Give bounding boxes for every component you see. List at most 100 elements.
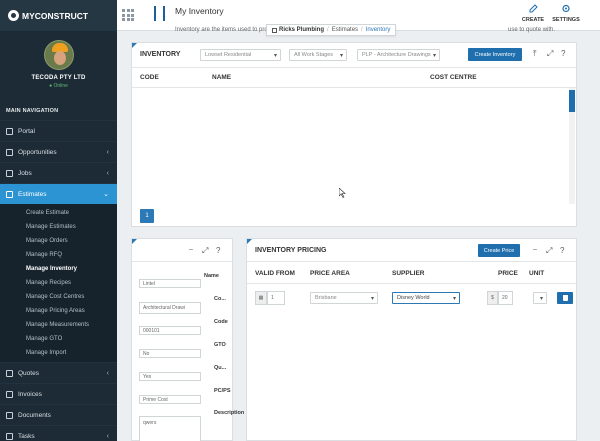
pencil-icon <box>529 4 538 13</box>
submenu-manage-orders[interactable]: Manage Orders <box>0 234 117 248</box>
export-icon[interactable]: ⤒ <box>533 49 537 59</box>
app-grid-icon[interactable] <box>122 9 134 21</box>
chevron-down-icon: ⌄ <box>103 191 109 198</box>
gto-select[interactable]: No <box>139 349 201 358</box>
unit-select[interactable] <box>533 292 547 304</box>
sidebar-item-estimates[interactable]: Estimates ⌄ <box>0 183 117 204</box>
expand-icon[interactable]: ⤢ <box>546 246 552 256</box>
user-profile: TECODA PTY LTD ● Online <box>0 31 117 99</box>
settings-button[interactable]: SETTINGS <box>549 3 583 23</box>
code-field[interactable]: 000101 <box>139 326 201 335</box>
breadcrumb-estimates[interactable]: Estimates <box>332 27 358 33</box>
help-icon[interactable]: ? <box>560 246 564 255</box>
brand-name: MYCONSTRUCT <box>22 10 89 21</box>
sidebar-item-portal[interactable]: Portal <box>0 120 117 141</box>
submenu-create-estimate[interactable]: Create Estimate <box>0 206 117 220</box>
submenu-manage-gto[interactable]: Manage GTO <box>0 332 117 346</box>
sidebar-item-quotes[interactable]: Quotes ‹ <box>0 362 117 383</box>
submenu-manage-measurements[interactable]: Manage Measurements <box>0 318 117 332</box>
quotes-icon <box>6 369 13 377</box>
minimize-icon[interactable]: – <box>533 246 537 253</box>
inventory-title: INVENTORY <box>140 51 181 58</box>
currency-addon: $ <box>487 291 498 305</box>
sidebar-item-invoices[interactable]: Invoices <box>0 383 117 404</box>
sidebar-item-jobs[interactable]: Jobs ‹ <box>0 162 117 183</box>
submenu-manage-rfq[interactable]: Manage RFQ <box>0 248 117 262</box>
column-supplier[interactable]: SUPPLIER <box>392 270 425 277</box>
create-inventory-button[interactable]: Create Inventory <box>468 48 522 61</box>
supplier-select[interactable]: Disney World <box>392 292 460 304</box>
brand-logo[interactable]: MYCONSTRUCT <box>0 0 117 31</box>
submenu-manage-estimates[interactable]: Manage Estimates <box>0 220 117 234</box>
sidebar-item-label: Portal <box>18 127 35 135</box>
column-valid-from[interactable]: VALID FROM <box>255 270 295 277</box>
chevron-left-icon: ‹ <box>106 169 109 177</box>
valid-from-input[interactable]: 1 <box>267 291 285 305</box>
pc-ps-select[interactable]: Prime Cost <box>139 395 201 404</box>
sidebar-item-opportunities[interactable]: Opportunities ‹ <box>0 141 117 162</box>
calendar-icon[interactable]: ▦ <box>255 291 267 305</box>
column-unit[interactable]: UNIT <box>529 270 544 277</box>
cost-centre-select[interactable]: Architectural Drawi <box>139 302 201 314</box>
submenu-manage-pricing-areas[interactable]: Manage Pricing Areas <box>0 304 117 318</box>
inventory-panel: INVENTORY Lowset Residential All Work St… <box>131 42 577 227</box>
price-input[interactable]: 20 <box>498 291 513 305</box>
name-field[interactable]: Lintel <box>139 279 201 288</box>
gear-icon <box>562 4 570 13</box>
column-name[interactable]: NAME <box>212 74 231 81</box>
submenu-manage-inventory[interactable]: Manage Inventory <box>0 262 117 276</box>
expand-icon[interactable]: ⤢ <box>547 49 553 59</box>
inventory-detail-panel: – ⤢ ? Lintel Name Architectural Drawi Co… <box>131 238 244 441</box>
help-icon[interactable]: ? <box>561 49 565 58</box>
sidebar-item-label: Quotes <box>18 369 39 377</box>
estimates-icon <box>6 190 13 198</box>
submenu-manage-cost-centres[interactable]: Manage Cost Centres <box>0 290 117 304</box>
sidebar-item-label: Jobs <box>18 169 32 177</box>
pagination-page[interactable]: 1 <box>140 209 154 223</box>
pc-ps-label: PC/PS <box>214 388 231 394</box>
chevron-left-icon: ‹ <box>106 369 109 377</box>
sidebar-item-tasks[interactable]: Tasks ‹ <box>0 425 117 441</box>
breadcrumb-inventory: Inventory <box>365 27 391 33</box>
submenu-manage-recipes[interactable]: Manage Recipes <box>0 276 117 290</box>
minimize-icon[interactable]: – <box>189 246 193 253</box>
submenu-manage-import[interactable]: Manage Import <box>0 346 117 360</box>
help-icon[interactable]: ? <box>216 246 220 255</box>
home-icon <box>272 27 277 33</box>
sidebar-item-label: Tasks <box>18 432 35 440</box>
column-price[interactable]: PRICE <box>498 270 518 277</box>
avatar[interactable] <box>43 40 74 70</box>
sidebar-item-label: Opportunities <box>18 148 57 156</box>
sidebar-item-label: Estimates <box>18 190 47 198</box>
pricing-title: INVENTORY PRICING <box>255 247 327 254</box>
column-code[interactable]: CODE <box>140 74 159 81</box>
filter-cost-centre[interactable]: PLP - Architecture Drawings <box>357 49 440 61</box>
create-price-button[interactable]: Create Price <box>478 244 520 257</box>
inventory-scrollbar[interactable] <box>569 88 575 204</box>
inventory-pricing-panel: INVENTORY PRICING Create Price – ⤢ ? VAL… <box>246 238 577 441</box>
delete-price-button[interactable] <box>557 292 573 304</box>
column-price-area[interactable]: PRICE AREA <box>310 270 350 277</box>
column-cost-centre[interactable]: COST CENTRE <box>430 74 477 81</box>
filter-building-type[interactable]: Lowset Residential <box>200 49 281 61</box>
code-label: Code <box>214 319 228 325</box>
filter-work-stage[interactable]: All Work Stages <box>289 49 347 61</box>
sidebar-item-documents[interactable]: Documents <box>0 404 117 425</box>
breadcrumb-company[interactable]: Ricks Plumbing <box>279 27 324 33</box>
create-button[interactable]: CREATE <box>516 3 550 23</box>
price-area-select[interactable]: Brisbane <box>310 292 378 304</box>
portal-icon <box>6 127 13 135</box>
invoices-icon <box>6 390 13 398</box>
chevron-left-icon: ‹ <box>106 432 109 440</box>
quote-select[interactable]: Yes <box>139 372 201 381</box>
quote-label: Qu... <box>214 365 227 371</box>
online-status: ● Online <box>49 83 68 89</box>
description-field[interactable]: qwers <box>139 416 201 441</box>
expand-icon[interactable]: ⤢ <box>202 246 208 256</box>
brand-logo-icon <box>8 10 19 21</box>
estimates-submenu: Create Estimate Manage Estimates Manage … <box>0 204 117 362</box>
gto-label: GTO <box>214 342 226 348</box>
opportunities-icon <box>6 148 13 156</box>
page-title: My Inventory <box>175 6 224 16</box>
cost-centre-label: Co... <box>214 296 226 302</box>
